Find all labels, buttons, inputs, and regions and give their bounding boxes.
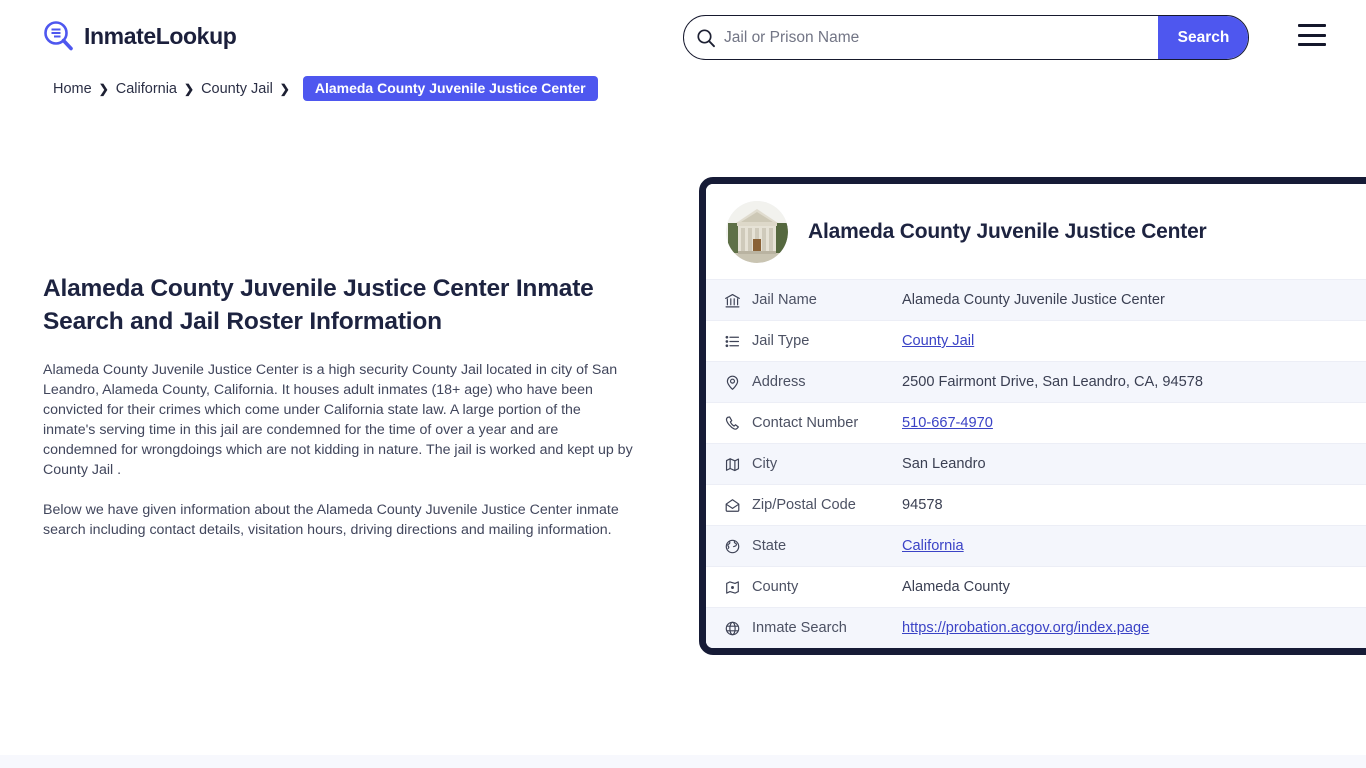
- table-row: Jail Type County Jail: [706, 320, 1366, 361]
- search-button[interactable]: Search: [1158, 16, 1248, 59]
- site-header: InmateLookup Search: [0, 0, 1366, 74]
- jail-info-card: Alameda County Juvenile Justice Center J…: [699, 177, 1366, 655]
- county-map-icon: [724, 579, 752, 596]
- inmate-search-link[interactable]: https://probation.acgov.org/index.page: [902, 620, 1149, 636]
- breadcrumb-current: Alameda County Juvenile Justice Center: [302, 76, 598, 101]
- chevron-right-icon: ❯: [98, 81, 109, 96]
- site-logo[interactable]: InmateLookup: [42, 20, 237, 53]
- hamburger-menu-icon[interactable]: [1298, 24, 1326, 46]
- table-row: Inmate Search https://probation.acgov.or…: [706, 607, 1366, 648]
- table-row: Zip/Postal Code 94578: [706, 484, 1366, 525]
- breadcrumb-item-county-jail[interactable]: County Jail: [201, 81, 273, 97]
- card-title: Alameda County Juvenile Justice Center: [808, 220, 1207, 243]
- breadcrumb: Home ❯ California ❯ County Jail ❯ Alamed…: [53, 76, 598, 101]
- search-icon: [684, 16, 720, 59]
- breadcrumb-item-home[interactable]: Home: [53, 81, 92, 97]
- globe-americas-icon: [724, 538, 752, 555]
- row-label: Inmate Search: [752, 620, 847, 636]
- page-root: InmateLookup Search Home ❯ California ❯ …: [0, 0, 1366, 768]
- page-bottom-band: [0, 755, 1366, 768]
- table-row: Address 2500 Fairmont Drive, San Leandro…: [706, 361, 1366, 402]
- row-label: State: [752, 538, 787, 554]
- secondary-paragraph: Below we have given information about th…: [43, 502, 619, 538]
- row-label: Zip/Postal Code: [752, 497, 856, 513]
- phone-link[interactable]: 510-667-4970: [902, 415, 993, 431]
- table-row: Contact Number 510-667-4970: [706, 402, 1366, 443]
- row-value: California: [902, 538, 964, 554]
- breadcrumb-item-california[interactable]: California: [116, 81, 177, 97]
- envelope-icon: [724, 497, 752, 514]
- row-value: 2500 Fairmont Drive, San Leandro, CA, 94…: [902, 374, 1203, 390]
- chevron-right-icon: ❯: [279, 81, 290, 96]
- table-row: State California: [706, 525, 1366, 566]
- globe-icon: [724, 620, 752, 637]
- card-header: Alameda County Juvenile Justice Center: [706, 184, 1366, 279]
- row-value: Alameda County: [902, 579, 1010, 595]
- list-icon: [724, 333, 752, 350]
- page-title: Alameda County Juvenile Justice Center I…: [43, 275, 594, 335]
- chevron-right-icon: ❯: [184, 81, 195, 96]
- row-label: City: [752, 456, 778, 472]
- brand-name: InmateLookup: [84, 23, 237, 49]
- hamburger-line: [1298, 24, 1326, 27]
- row-value: https://probation.acgov.org/index.page: [902, 620, 1149, 636]
- map-icon: [724, 456, 752, 473]
- phone-icon: [724, 415, 752, 432]
- row-label: Address: [752, 374, 806, 390]
- row-label: Contact Number: [752, 415, 859, 431]
- search-input[interactable]: [720, 16, 1158, 59]
- row-label: Jail Name: [752, 292, 817, 308]
- intro-paragraph: Alameda County Juvenile Justice Center i…: [43, 362, 633, 478]
- jail-type-link[interactable]: County Jail: [902, 333, 974, 349]
- map-pin-icon: [724, 374, 752, 391]
- table-row: City San Leandro: [706, 443, 1366, 484]
- state-link[interactable]: California: [902, 538, 964, 554]
- search-bar: Search: [683, 15, 1249, 60]
- row-label: County: [752, 579, 799, 595]
- row-value: 94578: [902, 497, 943, 513]
- row-value: Alameda County Juvenile Justice Center: [902, 292, 1165, 308]
- bank-icon: [724, 292, 752, 309]
- magnifier-list-icon: [42, 20, 75, 53]
- table-row: County Alameda County: [706, 566, 1366, 607]
- hamburger-line: [1298, 33, 1326, 37]
- article-column: Alameda County Juvenile Justice Center I…: [43, 272, 633, 556]
- row-value: County Jail: [902, 333, 974, 349]
- row-value: 510-667-4970: [902, 415, 993, 431]
- courthouse-photo: [726, 201, 788, 263]
- table-row: Jail Name Alameda County Juvenile Justic…: [706, 279, 1366, 320]
- hamburger-line: [1298, 43, 1326, 46]
- row-value: San Leandro: [902, 456, 986, 472]
- row-label: Jail Type: [752, 333, 810, 349]
- jail-info-table: Jail Name Alameda County Juvenile Justic…: [706, 279, 1366, 648]
